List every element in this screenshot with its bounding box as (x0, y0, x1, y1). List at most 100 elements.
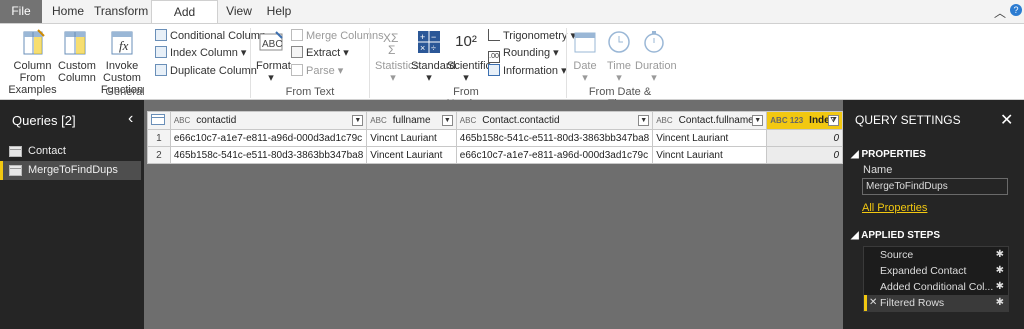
calendar-icon (574, 32, 596, 53)
column-header-contact-fullname[interactable]: ABC Contact.fullname ▼ (652, 111, 768, 130)
table-menu-icon (151, 113, 165, 125)
tab-help[interactable]: Help (261, 0, 297, 23)
collapse-ribbon-icon[interactable]: ︿ (994, 4, 1006, 21)
row-number: 1 (147, 129, 171, 147)
column-filter-dropdown-icon[interactable]: ▼ (638, 115, 650, 126)
parse-icon (291, 64, 303, 76)
merge-columns-icon (291, 29, 303, 41)
standard-button[interactable]: + − × ÷ Standard ▾ (411, 28, 456, 84)
column-filter-dropdown-icon[interactable]: ▼ (441, 115, 453, 126)
rounding-button[interactable]: .00 Rounding ▾ (488, 45, 559, 63)
svg-text:fx: fx (119, 38, 129, 53)
ribbon-tab-bar: File Home Transform Add Column View Help… (0, 0, 1024, 42)
table-cell[interactable]: Vincent Lauriant (652, 129, 768, 147)
gear-icon[interactable]: ✱ (996, 263, 1004, 279)
custom-column-icon (64, 31, 86, 55)
gear-icon[interactable]: ✱ (996, 279, 1004, 295)
svg-text:×: × (420, 43, 425, 53)
table-cell[interactable]: e66c10c7-a1e7-e811-a96d-000d3ad1c79c (169, 129, 368, 147)
rounding-icon: .00 (488, 51, 500, 63)
column-from-examples-icon (23, 29, 45, 55)
collapse-queries-icon[interactable]: ‹ (128, 110, 133, 128)
column-filter-dropdown-icon[interactable]: ▼ (752, 115, 764, 126)
row-number: 2 (147, 146, 171, 164)
query-item-mergetofinddups[interactable]: MergeToFindDups (0, 161, 141, 180)
delete-step-icon[interactable]: ✕ (869, 295, 877, 311)
time-button[interactable]: Time ▾ (604, 28, 634, 84)
applied-steps-section-header[interactable]: ◢ APPLIED STEPS (851, 230, 940, 241)
information-button[interactable]: Information ▾ (488, 63, 567, 79)
tab-home[interactable]: Home (47, 0, 89, 23)
conditional-column-icon (155, 29, 167, 41)
table-cell[interactable]: Vincent Lauriant (366, 146, 457, 164)
table-cell[interactable]: 465b158c-541c-e511-80d3-3863bb347ba8 (455, 129, 654, 147)
date-button[interactable]: Date ▾ (570, 28, 600, 84)
query-name-field[interactable] (862, 178, 1008, 195)
column-header-index[interactable]: ABC 123 Index ⧩ (766, 111, 843, 130)
tab-transform[interactable]: Transform (94, 0, 148, 23)
tab-view[interactable]: View (223, 0, 255, 23)
query-item-contact[interactable]: Contact (0, 142, 141, 161)
group-separator (250, 28, 251, 98)
table-cell[interactable]: 465b158c-541c-e511-80d3-3863bb347ba8 (169, 146, 368, 164)
table-row: 2 465b158c-541c-e511-80d3-3863bb347ba8 V… (147, 146, 843, 164)
scientific-icon: 10² (455, 33, 477, 50)
scientific-button[interactable]: 10² Scientific ▾ (447, 28, 491, 84)
trigonometry-button[interactable]: Trigonometry ▾ (488, 28, 576, 44)
information-icon (488, 64, 500, 76)
custom-column-button[interactable]: Custom Column (58, 28, 96, 84)
column-filter-dropdown-icon[interactable]: ▼ (352, 115, 364, 126)
svg-text:+: + (420, 32, 425, 42)
all-properties-link[interactable]: All Properties (862, 202, 927, 214)
table-icon (9, 146, 22, 157)
duplicate-column-icon (155, 64, 167, 76)
ribbon: Column From Examples ▾ Custom Column fx … (0, 23, 1024, 110)
group-label-general: General (105, 86, 145, 98)
table-row: 1 e66c10c7-a1e7-e811-a96d-000d3ad1c79c V… (147, 129, 843, 147)
extract-icon (291, 46, 303, 58)
table-menu-corner[interactable] (147, 111, 171, 130)
table-cell[interactable]: 0 (766, 146, 843, 164)
extract-button[interactable]: Extract ▾ (291, 45, 349, 61)
table-cell[interactable]: Vincnt Lauriant (652, 146, 768, 164)
group-separator (566, 28, 567, 98)
column-filter-active-icon[interactable]: ⧩ (828, 115, 839, 126)
gear-icon[interactable]: ✱ (996, 295, 1004, 311)
help-icon[interactable]: ? (1010, 4, 1022, 16)
format-button[interactable]: ABC Format ▾ (256, 28, 291, 84)
group-label-from-text: From Text (285, 86, 335, 98)
tab-file[interactable]: File (0, 0, 42, 23)
index-column-button[interactable]: Index Column ▾ (155, 45, 246, 61)
statistics-button[interactable]: XΣ Σ Statistics ▾ (375, 28, 419, 84)
table-cell[interactable]: 0 (766, 129, 843, 147)
svg-text:Σ: Σ (388, 43, 395, 56)
applied-step-item[interactable]: Expanded Contact ✱ (864, 263, 1008, 279)
parse-button[interactable]: Parse ▾ (291, 63, 343, 79)
applied-step-item[interactable]: Added Conditional Col... ✱ (864, 279, 1008, 295)
query-settings-pane: QUERY SETTINGS ✕ ◢ PROPERTIES Name All P… (843, 100, 1024, 329)
standard-icon: + −× ÷ (418, 31, 440, 53)
column-from-examples-button[interactable]: Column From Examples ▾ (5, 28, 60, 108)
table-cell[interactable]: e66c10c7-a1e7-e811-a96d-000d3ad1c79c (455, 146, 654, 164)
function-icon: fx (111, 31, 133, 55)
duration-button[interactable]: Duration ▾ (635, 28, 677, 84)
clock-icon (608, 31, 630, 53)
group-separator (369, 28, 370, 98)
queries-title: Queries [2] (12, 113, 76, 128)
gear-icon[interactable]: ✱ (996, 247, 1004, 263)
table-cell[interactable]: Vincnt Lauriant (366, 129, 457, 147)
index-column-icon (155, 46, 167, 58)
tab-add-column[interactable]: Add Column (151, 0, 218, 42)
applied-step-item[interactable]: Source ✱ (864, 247, 1008, 263)
queries-pane: Queries [2] ‹ Contact MergeToFindDups (0, 100, 144, 329)
close-icon[interactable]: ✕ (1000, 110, 1013, 130)
column-header-fullname[interactable]: ABC fullname ▼ (366, 111, 457, 130)
duplicate-column-button[interactable]: Duplicate Column (155, 63, 257, 79)
column-header-contact-contactid[interactable]: ABC Contact.contactid ▼ (455, 111, 654, 130)
svg-text:ABC: ABC (262, 39, 283, 50)
applied-step-item-selected[interactable]: ✕ Filtered Rows ✱ (864, 295, 1008, 311)
applied-steps-list: Source ✱ Expanded Contact ✱ Added Conditio… (863, 246, 1009, 312)
svg-text:÷: ÷ (431, 43, 436, 53)
column-header-contactid[interactable]: ABC contactid ▼ (169, 111, 368, 130)
properties-section-header[interactable]: ◢ PROPERTIES (851, 149, 926, 160)
